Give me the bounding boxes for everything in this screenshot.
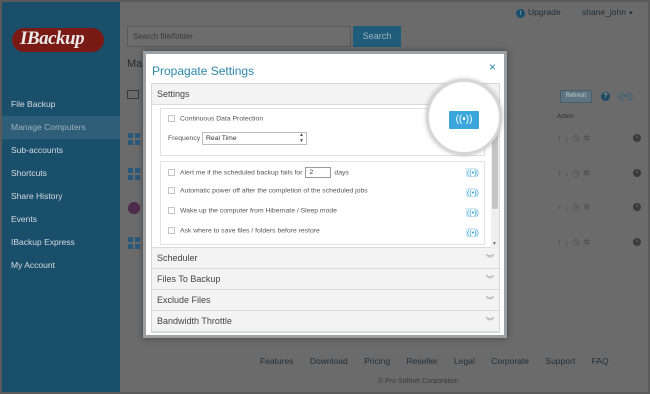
row-actions[interactable]: ↑↓◷✲: [557, 202, 593, 213]
footer-link-pricing[interactable]: Pricing: [364, 356, 390, 366]
chevron-down-icon: ︾: [486, 296, 494, 305]
sidebar-item-sub-accounts[interactable]: Sub-accounts: [2, 139, 120, 162]
alert-checkbox[interactable]: [168, 169, 175, 176]
section-bandwidth-throttle[interactable]: Bandwidth Throttle ︾: [152, 311, 499, 332]
alert-row: Alert me if the scheduled backup fails f…: [168, 167, 349, 178]
propagate-all-icon[interactable]: ((•)): [618, 91, 633, 101]
section-files-label: Files To Backup: [157, 274, 221, 284]
delete-icon[interactable]: ×: [633, 203, 641, 211]
alert-days-input[interactable]: 2: [305, 167, 332, 178]
windows-icon: [128, 237, 140, 249]
footer-link-download[interactable]: Download: [310, 356, 348, 366]
top-bar: ↑ Upgrade shane_john: [120, 2, 648, 22]
refresh-button[interactable]: Refresh: [560, 90, 592, 103]
footer-link-legal[interactable]: Legal: [454, 356, 475, 366]
computer-icon: [127, 90, 139, 99]
logo-text: IBackup: [20, 28, 85, 49]
upgrade-arrow-icon: ↑: [516, 9, 525, 18]
delete-icon[interactable]: ×: [633, 134, 641, 142]
propagate-icon[interactable]: ((•)): [466, 228, 479, 237]
sidebar-nav: File Backup Manage Computers Sub-account…: [2, 93, 120, 277]
wake-up-checkbox[interactable]: [168, 207, 175, 214]
section-exclude-label: Exclude Files: [157, 295, 211, 305]
section-files-to-backup[interactable]: Files To Backup ︾: [152, 269, 499, 290]
chevron-down-icon: ︾: [486, 317, 494, 326]
help-icon[interactable]: ?: [601, 92, 610, 101]
section-exclude-files[interactable]: Exclude Files ︾: [152, 290, 499, 311]
upgrade-link[interactable]: ↑ Upgrade: [516, 7, 561, 18]
frequency-label: Frequency: [168, 135, 201, 142]
delete-icon[interactable]: ×: [633, 169, 641, 177]
windows-icon: [128, 133, 140, 145]
chevron-down-icon: ︾: [486, 254, 494, 263]
footer-link-support[interactable]: Support: [545, 356, 575, 366]
search-button[interactable]: Search: [353, 26, 401, 47]
action-column-header: Action: [557, 114, 574, 120]
sidebar: IBackup File Backup Manage Computers Sub…: [2, 2, 120, 392]
cdp-row: Continuous Data Protection: [168, 115, 263, 122]
sidebar-item-ibackup-express[interactable]: IBackup Express: [2, 231, 120, 254]
sidebar-item-events[interactable]: Events: [2, 208, 120, 231]
cdp-label: Continuous Data Protection: [180, 115, 264, 123]
options-list: Alert me if the scheduled backup fails f…: [160, 161, 485, 245]
user-menu[interactable]: shane_john: [582, 7, 632, 17]
propagate-icon[interactable]: ((•)): [466, 188, 479, 197]
alert-prefix: Alert me if the scheduled backup fails f…: [180, 169, 303, 177]
highlight-callout: ((•)): [426, 79, 502, 155]
row-actions[interactable]: ↑↓◷✲: [557, 133, 593, 144]
option-row: Wake up the computer from Hibernate / Sl…: [168, 207, 337, 214]
delete-icon[interactable]: ×: [633, 238, 641, 246]
cdp-checkbox[interactable]: [168, 115, 175, 122]
row-actions[interactable]: ↑↓◷✲: [557, 237, 593, 248]
frequency-value: Real Time: [206, 135, 237, 142]
ibackup-logo[interactable]: IBackup: [12, 26, 108, 54]
footer-link-corporate[interactable]: Corporate: [491, 356, 529, 366]
sidebar-item-share-history[interactable]: Share History: [2, 185, 120, 208]
option-label: Wake up the computer from Hibernate / Sl…: [180, 207, 337, 215]
copyright: © Pro Softnet Corporation: [378, 378, 459, 385]
page-title: Ma: [127, 58, 143, 70]
sidebar-item-file-backup[interactable]: File Backup: [2, 93, 120, 116]
section-bandwidth-label: Bandwidth Throttle: [157, 316, 232, 326]
section-scheduler[interactable]: Scheduler ︾: [152, 248, 499, 269]
ask-save-location-checkbox[interactable]: [168, 227, 175, 234]
footer-link-reseller[interactable]: Reseller: [406, 356, 437, 366]
upgrade-label: Upgrade: [528, 7, 561, 17]
frequency-select[interactable]: Real Time ▲ ▼: [202, 132, 307, 145]
close-icon[interactable]: ×: [489, 60, 496, 74]
section-settings-label: Settings: [157, 89, 190, 99]
windows-icon: [128, 168, 140, 180]
scroll-down-icon[interactable]: ▼: [492, 241, 497, 247]
sidebar-item-my-account[interactable]: My Account: [2, 254, 120, 277]
option-row: Automatic power off after the completion…: [168, 187, 368, 194]
propagate-signal-icon[interactable]: ((•)): [449, 111, 479, 129]
select-arrows-icon: ▲ ▼: [299, 132, 304, 144]
option-row: Ask where to save files / folders before…: [168, 227, 320, 234]
dialog-title: Propagate Settings: [152, 64, 255, 78]
search-input[interactable]: Search file/folder: [127, 26, 351, 47]
footer-link-faq[interactable]: FAQ: [592, 356, 609, 366]
footer-links: Features Download Pricing Reseller Legal…: [260, 356, 623, 366]
power-off-checkbox[interactable]: [168, 187, 175, 194]
section-scheduler-label: Scheduler: [157, 253, 198, 263]
propagate-icon[interactable]: ((•)): [466, 168, 479, 177]
option-label: Automatic power off after the completion…: [180, 187, 368, 195]
footer-link-features[interactable]: Features: [260, 356, 294, 366]
row-actions[interactable]: ↑↓◷✲: [557, 168, 593, 179]
sidebar-item-shortcuts[interactable]: Shortcuts: [2, 162, 120, 185]
propagate-icon[interactable]: ((•)): [466, 208, 479, 217]
sidebar-item-manage-computers[interactable]: Manage Computers: [2, 116, 120, 139]
option-label: Ask where to save files / folders before…: [180, 227, 320, 235]
apple-icon: [128, 202, 140, 214]
chevron-down-icon: ︾: [486, 275, 494, 284]
alert-suffix: days: [334, 169, 349, 177]
